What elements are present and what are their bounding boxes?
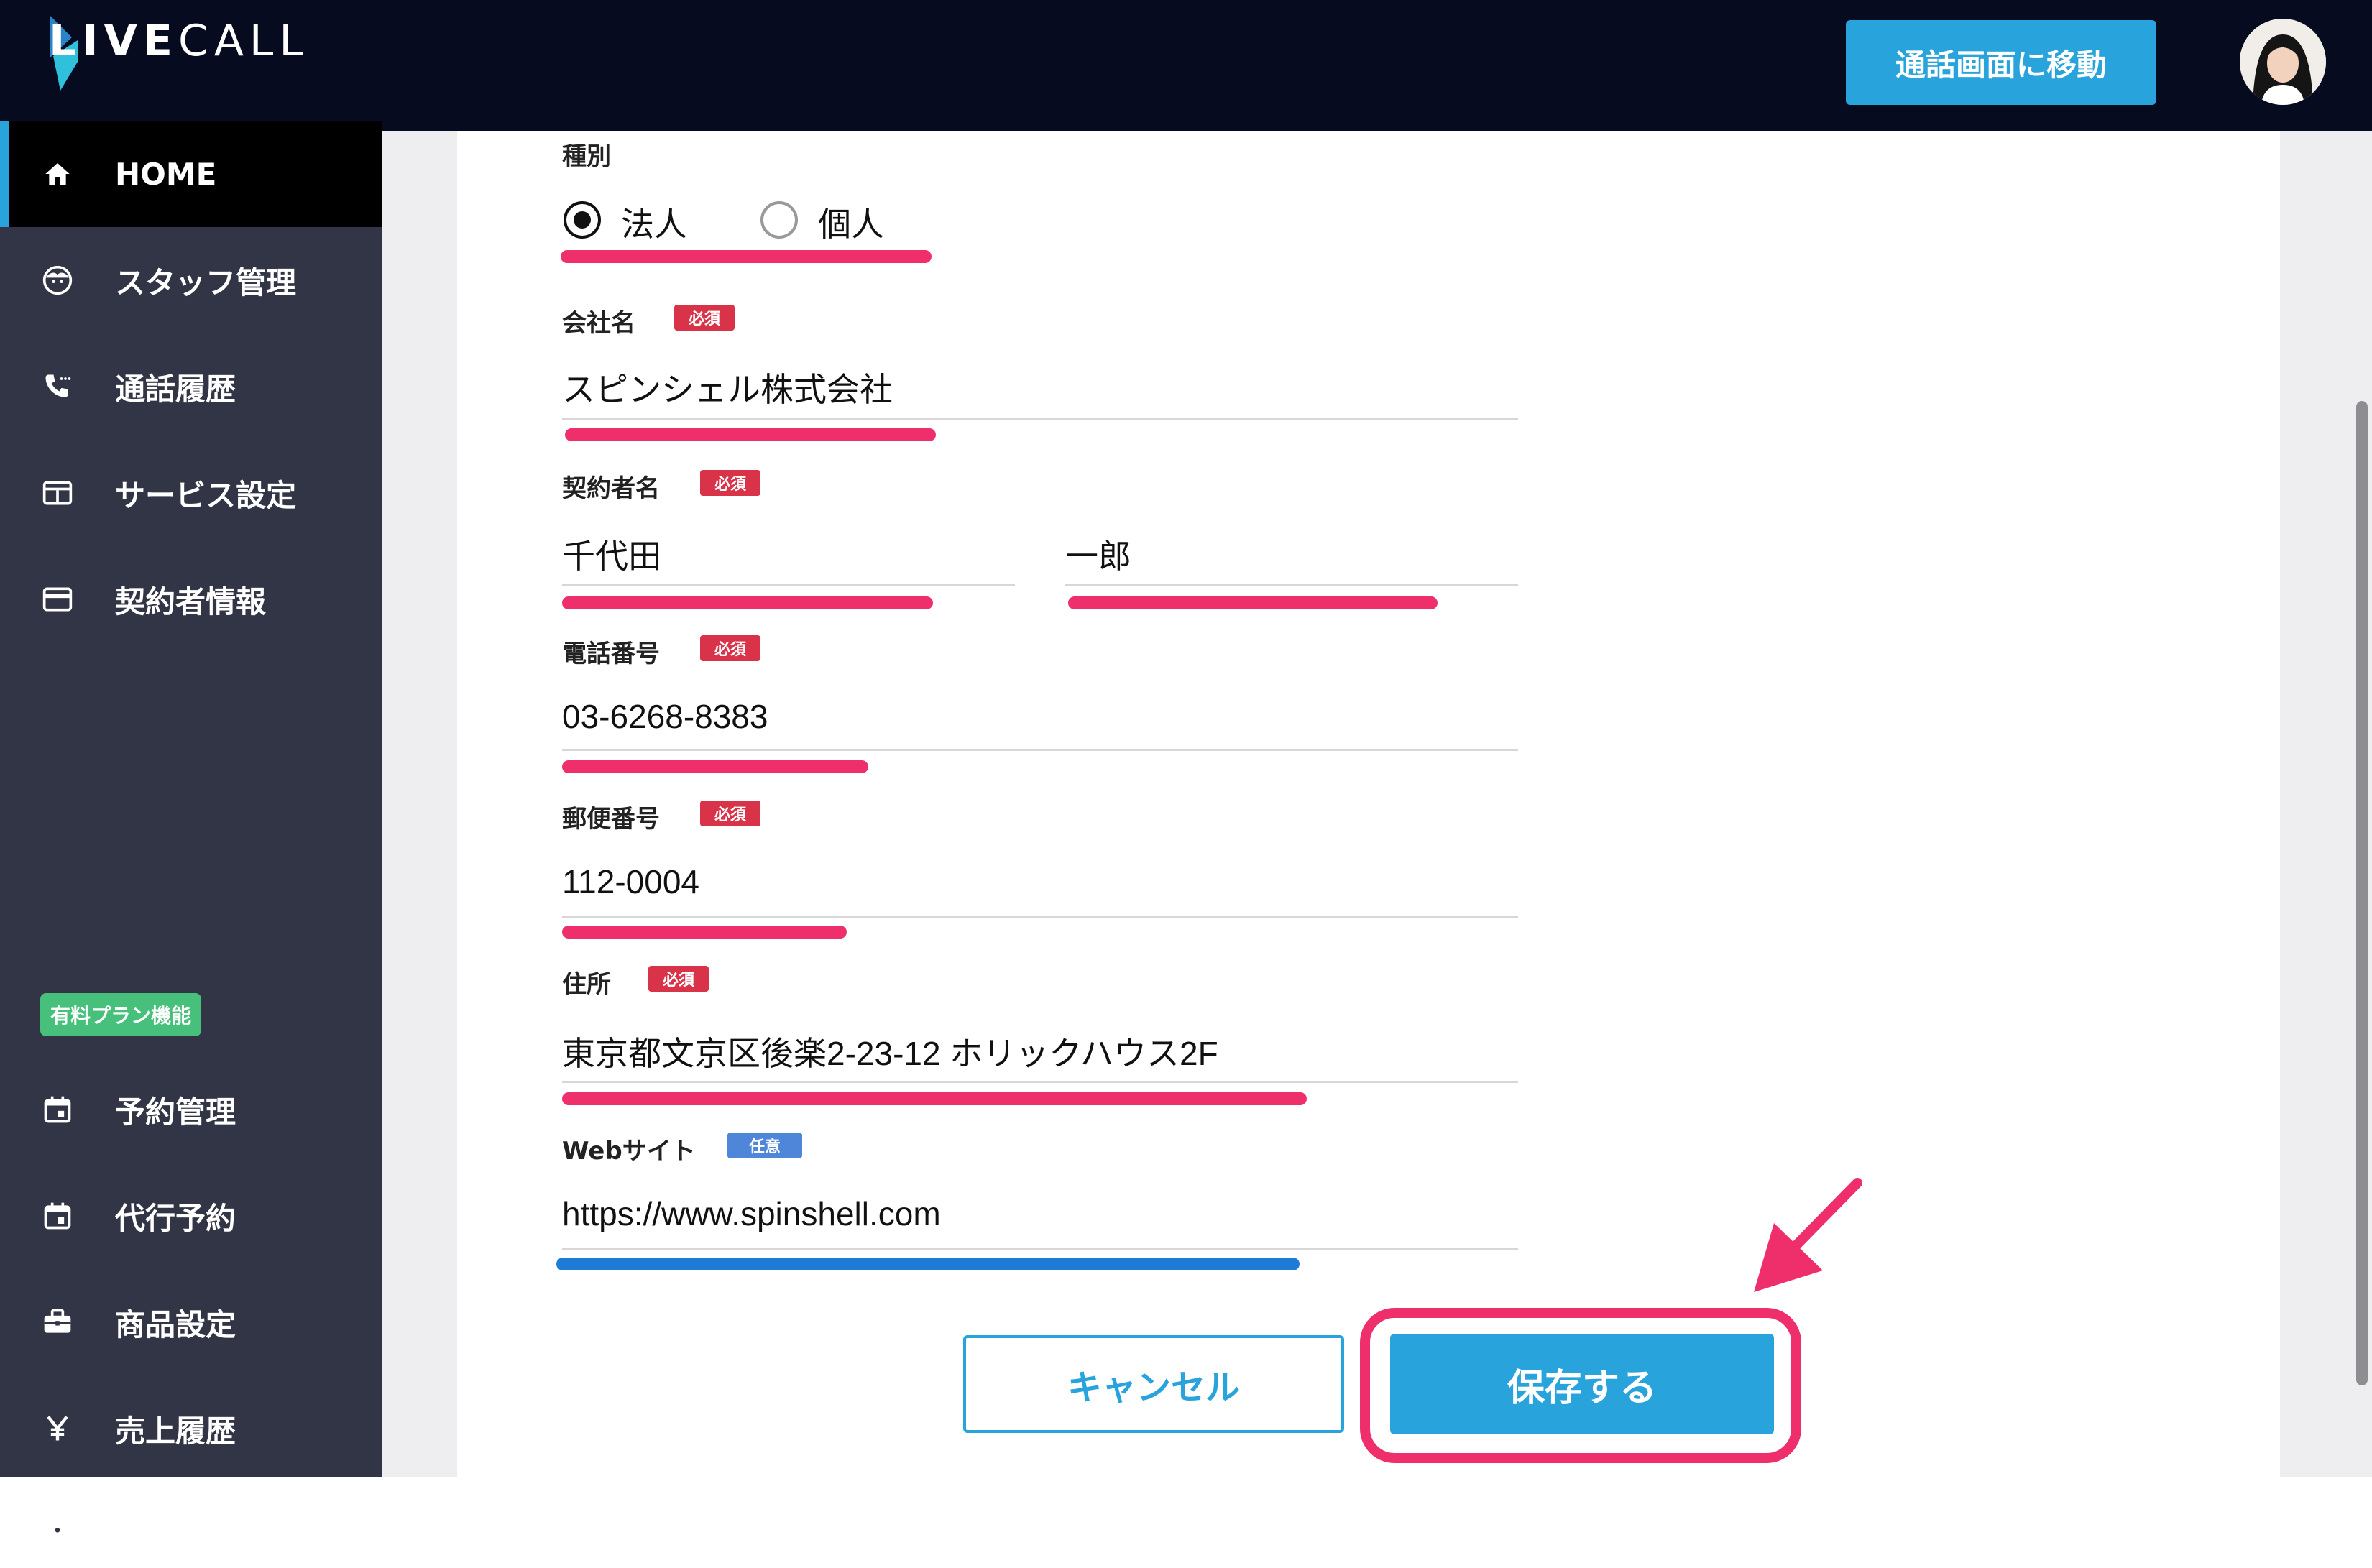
highlight-mark (562, 926, 847, 939)
last-name-field[interactable]: 千代田 (562, 530, 661, 578)
required-badge: 必須 (700, 635, 761, 661)
highlight-mark (562, 596, 933, 609)
home-icon (40, 157, 75, 191)
sidebar-item-label: 売上履歴 (115, 1413, 236, 1449)
last-name-underline (562, 584, 1015, 586)
postal-label: 郵便番号 (562, 805, 660, 834)
optional-badge: 任意 (727, 1133, 803, 1158)
highlight-mark (556, 1258, 1300, 1270)
yen-icon (40, 1411, 75, 1446)
sidebar-item-reservations[interactable]: 予約管理 (0, 1056, 382, 1163)
website-label: Webサイト (562, 1137, 696, 1166)
scrollbar[interactable] (2356, 401, 2368, 1385)
company-name-field[interactable]: スピンシェル株式会社 (562, 364, 893, 411)
goto-call-screen-button[interactable]: 通話画面に移動 (1846, 20, 2156, 105)
top-bar: LIVECALL 通話画面に移動 (0, 0, 2372, 131)
sidebar-item-home[interactable]: HOME (0, 121, 382, 227)
logo-text-bold: LIVE (49, 16, 178, 66)
phone-field-underline (562, 749, 1518, 751)
postal-code-field[interactable]: 112-0004 (562, 862, 699, 901)
sidebar-item-product-settings[interactable]: 商品設定 (0, 1269, 382, 1375)
company-field-underline (562, 418, 1518, 420)
briefcase-icon (40, 1305, 75, 1339)
staff-icon (40, 263, 75, 298)
phone-field[interactable]: 03-6268-8383 (562, 697, 768, 736)
highlight-mark (562, 760, 868, 773)
phone-label: 電話番号 (562, 640, 660, 668)
required-badge: 必須 (700, 801, 761, 826)
contractor-label: 契約者名 (562, 474, 660, 503)
cancel-button[interactable]: キャンセル (963, 1335, 1344, 1433)
sidebar-item-service-settings[interactable]: サービス設定 (0, 440, 382, 546)
first-name-underline (1065, 584, 1518, 586)
sidebar-item-label: 通話履歴 (115, 371, 236, 407)
sidebar-item-label: 代行予約 (115, 1200, 236, 1236)
required-badge: 必須 (648, 966, 709, 992)
sidebar-item-label: スタッフ管理 (115, 264, 297, 300)
radio-individual[interactable] (760, 201, 798, 239)
address-label: 住所 (562, 970, 611, 999)
sidebar-item-staff[interactable]: スタッフ管理 (0, 227, 382, 333)
website-field-underline (562, 1248, 1518, 1250)
sidebar-item-sales-history[interactable]: 売上履歴 (0, 1375, 382, 1482)
sidebar: HOME スタッフ管理 通話履歴 サービス設定 契約者情報 有料プラン機能 予約… (0, 121, 382, 1545)
paid-plan-badge: 有料プラン機能 (40, 993, 202, 1036)
radio-corporate-label: 法人 (621, 205, 687, 244)
required-badge: 必須 (674, 305, 735, 331)
highlight-mark (1068, 596, 1438, 609)
sidebar-item-proxy-booking[interactable]: 代行予約 (0, 1163, 382, 1269)
address-field[interactable]: 東京都文京区後楽2-23-12 ホリックハウス2F (562, 1028, 1218, 1075)
radio-corporate[interactable] (564, 201, 601, 239)
first-name-field[interactable]: 一郎 (1065, 530, 1131, 578)
website-field[interactable]: https://www.spinshell.com (562, 1194, 941, 1233)
save-button[interactable]: 保存する (1390, 1334, 1774, 1434)
sidebar-item-label: HOME (115, 156, 217, 192)
sidebar-item-call-history[interactable]: 通話履歴 (0, 333, 382, 440)
required-badge: 必須 (700, 470, 761, 496)
phone-icon (40, 369, 75, 404)
sidebar-item-label: 商品設定 (115, 1306, 236, 1342)
sidebar-item-contractor-info[interactable]: 契約者情報 (0, 546, 382, 652)
address-field-underline (562, 1081, 1518, 1083)
postal-field-underline (562, 916, 1518, 918)
type-label: 種別 (562, 142, 611, 171)
user-avatar-icon (2240, 19, 2326, 105)
company-label: 会社名 (562, 309, 635, 338)
sidebar-item-label: 契約者情報 (115, 584, 267, 619)
service-icon (40, 476, 75, 510)
sidebar-item-label: 予約管理 (115, 1094, 236, 1130)
sidebar-item-label: サービス設定 (115, 477, 297, 513)
card-icon (40, 582, 75, 617)
bottom-edge (0, 1477, 2372, 1516)
highlight-mark (565, 428, 936, 441)
calendar-icon (40, 1199, 75, 1233)
radio-individual-label: 個人 (818, 205, 884, 244)
highlight-mark (561, 250, 932, 263)
avatar[interactable] (2240, 19, 2326, 105)
highlight-mark (562, 1092, 1307, 1105)
logo-text-light: CALL (178, 16, 309, 66)
calendar-icon (40, 1092, 75, 1127)
logo-text: LIVECALL (49, 16, 309, 66)
pointer-arrow-icon (1754, 1178, 1862, 1292)
